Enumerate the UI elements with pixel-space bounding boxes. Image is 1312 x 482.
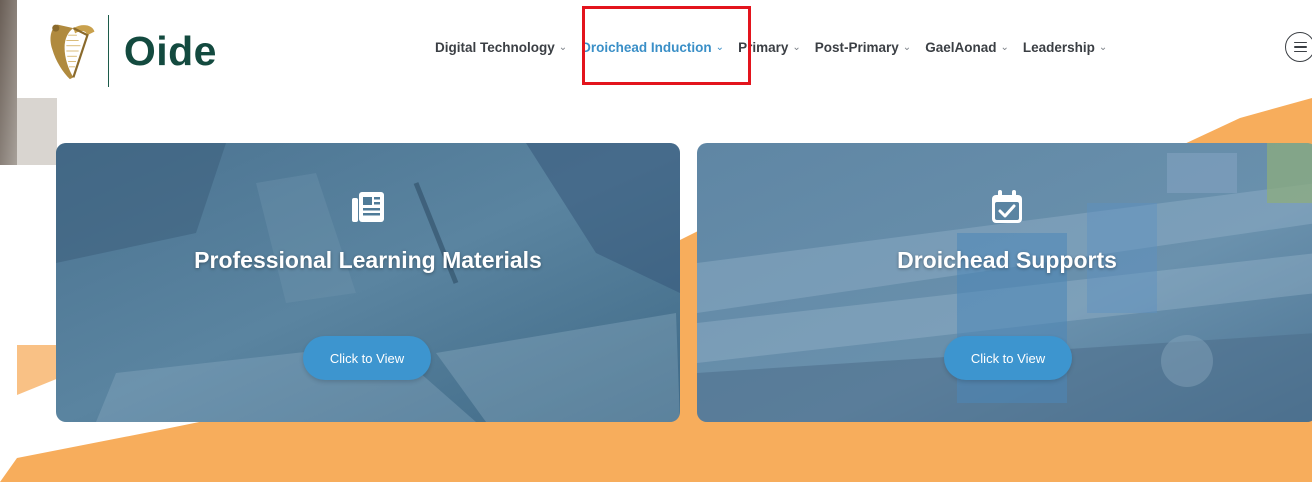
chevron-down-icon: ⌄ bbox=[558, 41, 568, 53]
card-title: Droichead Supports bbox=[897, 247, 1117, 273]
logo-text: Oide bbox=[123, 27, 217, 74]
main-navigation: Digital Technology ⌄ Droichead Induction… bbox=[435, 36, 1121, 58]
chevron-down-icon: ⌄ bbox=[1098, 41, 1108, 53]
chevron-down-icon: ⌄ bbox=[1000, 41, 1009, 53]
menu-icon bbox=[1293, 41, 1307, 44]
nav-label: GaelAonad bbox=[925, 39, 997, 55]
nav-item-post-primary[interactable]: Post-Primary ⌄ bbox=[815, 40, 911, 55]
hamburger-menu-button[interactable] bbox=[1285, 32, 1312, 62]
chevron-down-icon: ⌄ bbox=[902, 41, 912, 53]
menu-icon bbox=[1293, 50, 1307, 53]
nav-item-digital-technology[interactable]: Digital Technology ⌄ bbox=[435, 40, 567, 55]
harp-icon bbox=[50, 24, 95, 80]
click-to-view-button[interactable]: Click to View bbox=[944, 336, 1072, 380]
card-title: Professional Learning Materials bbox=[194, 247, 542, 273]
menu-icon bbox=[1293, 46, 1307, 48]
nav-item-gaelaonad[interactable]: GaelAonad ⌄ bbox=[925, 40, 1009, 55]
logo-divider bbox=[107, 15, 109, 87]
nav-label: Leadership bbox=[1022, 39, 1095, 55]
card-content: Professional Learning Materials bbox=[56, 143, 680, 422]
oide-logo[interactable]: Oide bbox=[47, 14, 217, 88]
card-professional-learning-materials[interactable]: Professional Learning Materials Click to… bbox=[56, 143, 680, 422]
card-content: Droichead Supports bbox=[697, 143, 1312, 422]
nav-label: Post-Primary bbox=[814, 39, 899, 55]
chevron-down-icon: ⌄ bbox=[792, 41, 801, 53]
calendar-check-icon bbox=[992, 190, 1022, 223]
highlight-annotation-box bbox=[582, 6, 751, 85]
newspaper-icon bbox=[352, 192, 384, 222]
click-to-view-button[interactable]: Click to View bbox=[303, 336, 431, 380]
nav-item-leadership[interactable]: Leadership ⌄ bbox=[1023, 40, 1107, 55]
card-droichead-supports[interactable]: Droichead Supports Click to View bbox=[697, 143, 1312, 422]
nav-label: Digital Technology bbox=[435, 39, 555, 55]
